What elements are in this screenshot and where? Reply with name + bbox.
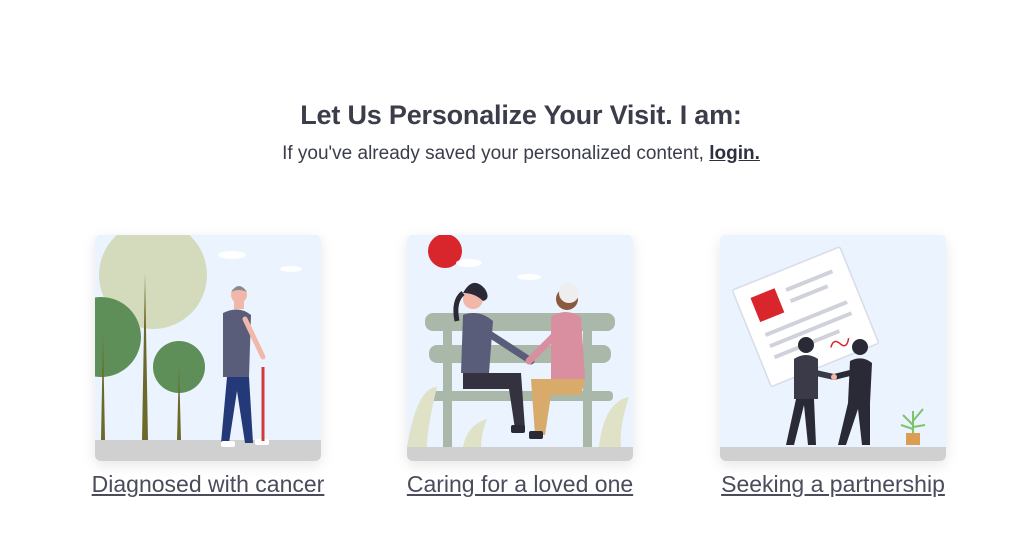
diagnosed-illustration[interactable]: [95, 235, 321, 461]
card-caregiver[interactable]: Caring for a loved one: [407, 235, 633, 498]
login-link[interactable]: login.: [709, 143, 760, 164]
login-prompt: If you've already saved your personalize…: [0, 143, 1022, 165]
card-label[interactable]: Diagnosed with cancer: [68, 471, 348, 498]
partnership-illustration[interactable]: [720, 235, 946, 461]
card-partnership[interactable]: Seeking a partnership: [720, 235, 946, 498]
login-prompt-text: If you've already saved your personalize…: [282, 143, 704, 164]
card-label[interactable]: Seeking a partnership: [693, 471, 973, 498]
card-diagnosed[interactable]: Diagnosed with cancer: [92, 235, 324, 498]
card-label[interactable]: Caring for a loved one: [380, 471, 660, 498]
page-title: Let Us Personalize Your Visit. I am:: [300, 100, 742, 130]
caregiver-illustration[interactable]: [407, 235, 633, 461]
personalize-page: Let Us Personalize Your Visit. I am: If …: [0, 0, 1022, 555]
